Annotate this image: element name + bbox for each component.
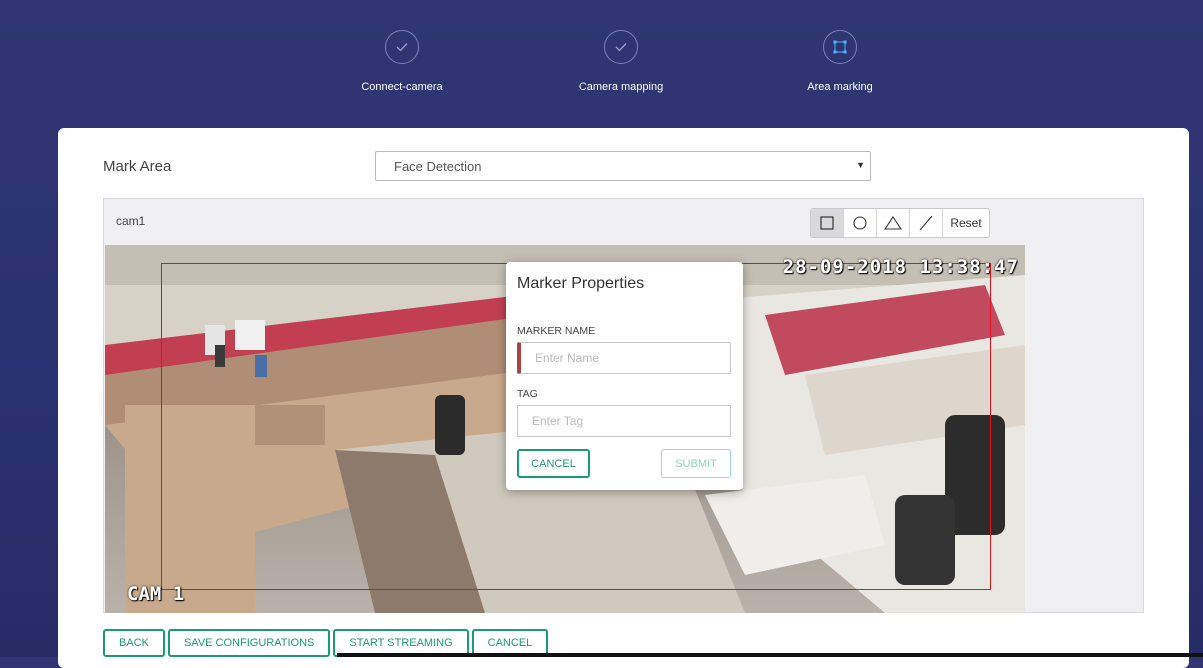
- circle-icon[interactable]: [844, 209, 877, 237]
- tag-input[interactable]: Enter Tag: [517, 405, 731, 437]
- step-connect-camera: Connect-camera: [302, 30, 502, 93]
- marker-name-input[interactable]: Enter Name: [517, 342, 731, 374]
- reset-button[interactable]: Reset: [943, 209, 989, 237]
- save-configurations-button[interactable]: SAVE CONFIGURATIONS: [167, 629, 331, 657]
- dialog-submit-button[interactable]: SUBMIT: [661, 449, 731, 478]
- camera-name: cam1: [116, 214, 146, 228]
- rectangle-icon[interactable]: [811, 209, 844, 237]
- triangle-icon[interactable]: [877, 209, 910, 237]
- back-button[interactable]: BACK: [103, 629, 165, 657]
- stepper: Connect-camera Camera mapping Area marki…: [0, 0, 1203, 120]
- dialog-title: Marker Properties: [517, 275, 645, 292]
- video-timestamp: 28-09-2018 13:38:47: [782, 256, 1019, 278]
- step-area-marking: Area marking: [740, 30, 940, 93]
- detection-type-value: Face Detection: [394, 159, 482, 174]
- step-label: Area marking: [807, 81, 873, 93]
- marker-properties-dialog: Marker Properties MARKER NAME Enter Name…: [506, 262, 743, 490]
- check-icon: [604, 30, 638, 64]
- area-select-icon: [823, 30, 857, 64]
- line-icon[interactable]: [910, 209, 943, 237]
- tag-label: TAG: [517, 388, 538, 400]
- drawing-toolbar: Reset: [810, 208, 990, 238]
- bottom-edge-bar: [337, 653, 1203, 657]
- step-label: Camera mapping: [578, 81, 664, 93]
- step-label: Connect-camera: [361, 81, 443, 93]
- mark-area-label: Mark Area: [103, 158, 172, 175]
- detection-type-select[interactable]: Face Detection ▼: [375, 151, 871, 181]
- marker-name-label: MARKER NAME: [517, 325, 596, 337]
- video-cam-label: CAM 1: [127, 583, 185, 605]
- step-camera-mapping: Camera mapping: [521, 30, 721, 93]
- chevron-down-icon: ▼: [856, 160, 865, 170]
- check-icon: [385, 30, 419, 64]
- dialog-cancel-button[interactable]: CANCEL: [517, 449, 590, 478]
